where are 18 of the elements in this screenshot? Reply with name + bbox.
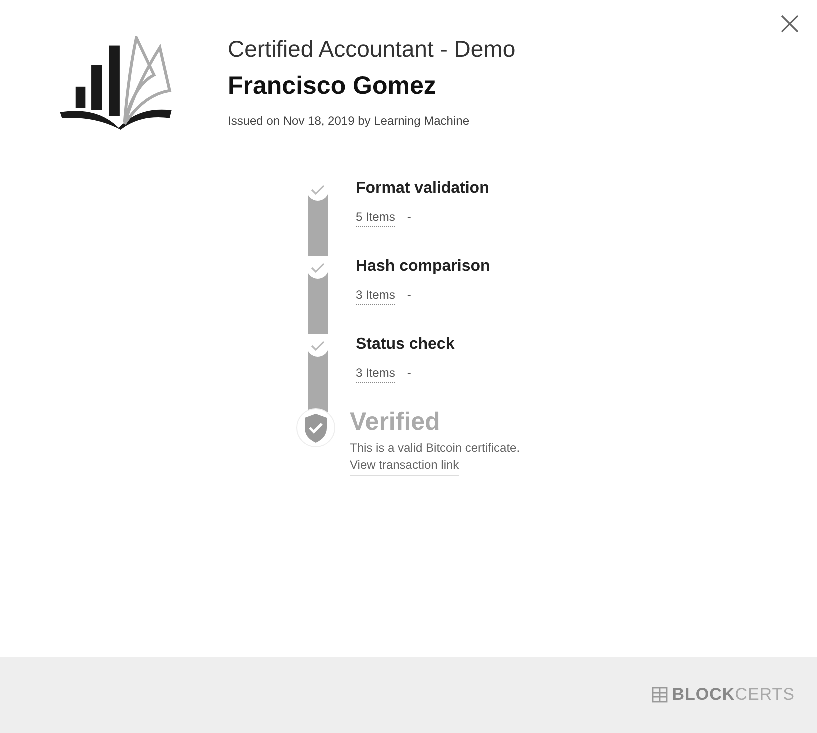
certificate-title: Certified Accountant - Demo bbox=[228, 35, 516, 64]
step-title: Format validation bbox=[356, 180, 490, 198]
collapse-toggle[interactable]: - bbox=[407, 210, 412, 227]
collapse-toggle[interactable]: - bbox=[407, 288, 412, 305]
step-title: Status check bbox=[356, 336, 455, 354]
blockcerts-brand: BLOCKCERTS bbox=[672, 685, 795, 705]
step-title: Hash comparison bbox=[356, 258, 490, 276]
recipient-name: Francisco Gomez bbox=[228, 71, 438, 102]
verified-title: Verified bbox=[350, 408, 442, 437]
items-link[interactable]: 5 Items bbox=[356, 210, 396, 227]
transaction-link[interactable]: View transaction link bbox=[350, 458, 460, 476]
collapse-toggle[interactable]: - bbox=[407, 366, 412, 383]
close-icon[interactable] bbox=[780, 14, 800, 34]
blockcerts-logo-icon bbox=[652, 687, 668, 703]
items-link[interactable]: 3 Items bbox=[356, 366, 396, 383]
result-message: This is a valid Bitcoin certificate. bbox=[350, 441, 520, 455]
items-link[interactable]: 3 Items bbox=[356, 288, 396, 305]
issued-text: Issued on Nov 18, 2019 by Learning Machine bbox=[228, 114, 470, 128]
